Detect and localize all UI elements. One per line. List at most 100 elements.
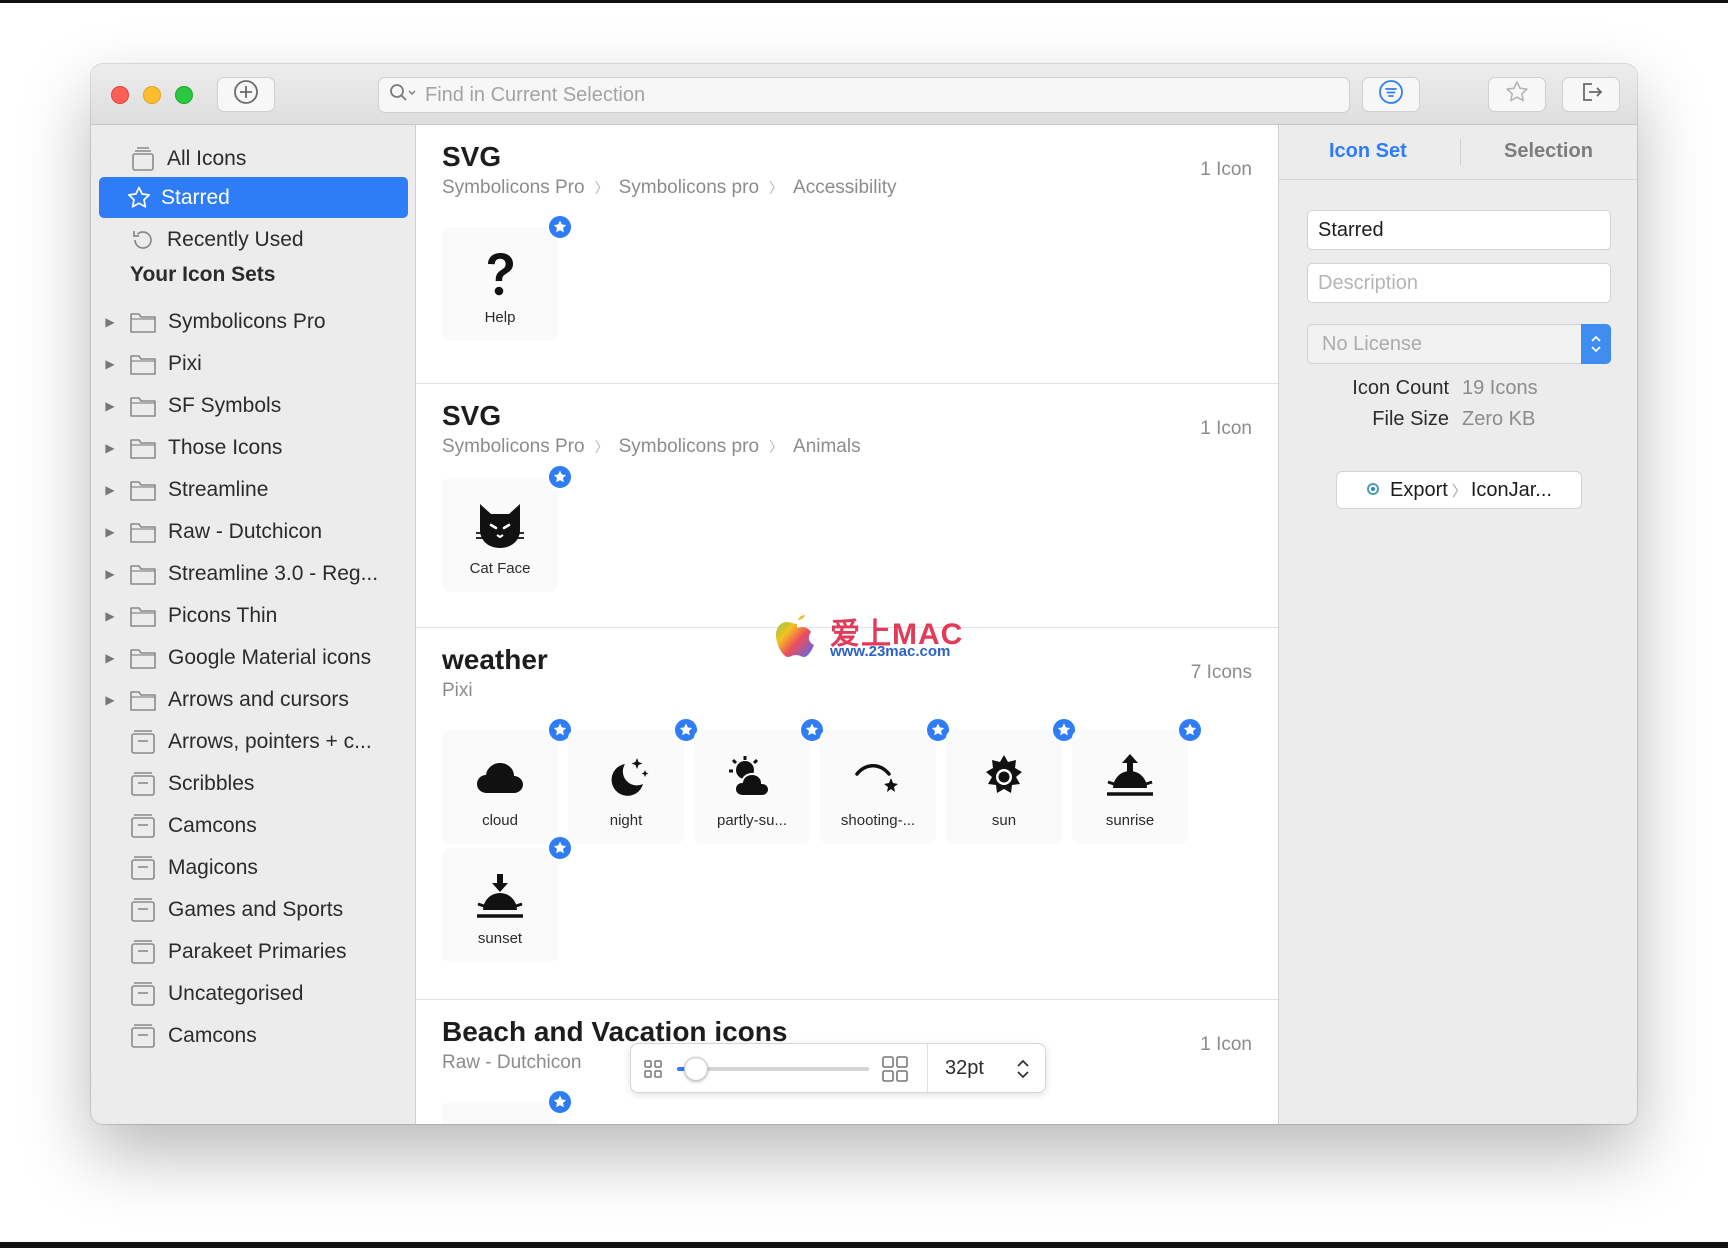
zoom-window-button[interactable]: [175, 86, 193, 104]
sidebar-item-those-icons[interactable]: ▶ Those Icons: [99, 427, 408, 468]
cat-face-icon: [473, 500, 527, 550]
sidebar-item-label: All Icons: [167, 146, 247, 170]
disclosure-triangle-icon[interactable]: ▶: [99, 441, 121, 455]
icon-tile-label: cloud: [482, 812, 518, 829]
select-arrows-icon[interactable]: [1581, 324, 1611, 364]
icon-size-value[interactable]: 32pt: [945, 1057, 984, 1080]
breadcrumb-item[interactable]: Animals: [793, 436, 861, 458]
icon-tile-night[interactable]: night: [568, 730, 684, 844]
top-border: [0, 0, 1728, 3]
disclosure-triangle-icon[interactable]: ▶: [99, 567, 121, 581]
tab-selection[interactable]: Selection: [1504, 140, 1593, 163]
disclosure-triangle-icon[interactable]: ▶: [99, 651, 121, 665]
search-field[interactable]: [378, 77, 1350, 113]
license-select[interactable]: No License: [1307, 324, 1611, 364]
sidebar-item-all-icons[interactable]: All Icons: [99, 138, 408, 179]
tab-icon-set[interactable]: Icon Set: [1329, 140, 1407, 163]
icon-tile-cloud[interactable]: cloud: [442, 730, 558, 844]
small-grid-icon[interactable]: [643, 1059, 663, 1084]
group-icon-count: 1 Icon: [1200, 159, 1252, 180]
sidebar-item-label: Arrows, pointers + c...: [168, 729, 372, 753]
sidebar-item-sf-symbols[interactable]: ▶ SF Symbols: [99, 385, 408, 426]
disclosure-triangle-icon[interactable]: ▶: [99, 315, 121, 329]
starred-badge-icon[interactable]: [547, 1089, 573, 1115]
disclosure-triangle-icon[interactable]: ▶: [99, 399, 121, 413]
starred-badge-icon[interactable]: [1177, 717, 1203, 743]
starred-badge-icon[interactable]: [547, 214, 573, 240]
large-grid-icon[interactable]: [881, 1055, 909, 1088]
disclosure-triangle-icon[interactable]: ▶: [99, 357, 121, 371]
sidebar-item-camcons[interactable]: Camcons: [99, 805, 408, 846]
icon-tile-partly-su[interactable]: partly-su...: [694, 730, 810, 844]
sidebar-item-label: Google Material icons: [168, 645, 372, 669]
breadcrumb-item[interactable]: Accessibility: [793, 177, 896, 199]
icon-set-name-field[interactable]: [1307, 210, 1611, 250]
breadcrumb-item[interactable]: Symbolicons Pro: [442, 436, 585, 458]
stepper-arrows-icon[interactable]: [1015, 1056, 1031, 1087]
sidebar-item-parakeet-primaries[interactable]: Parakeet Primaries: [99, 931, 408, 972]
icon-tile-label: night: [609, 812, 643, 829]
icon-tile-help[interactable]: Help: [442, 227, 558, 341]
disclosure-triangle-icon[interactable]: ▶: [99, 525, 121, 539]
star-button[interactable]: [1488, 77, 1546, 112]
chevron-right-icon: 〉: [769, 439, 784, 455]
tab-separator: [1460, 139, 1461, 165]
slider-thumb[interactable]: [684, 1057, 709, 1081]
sidebar-item-label: Camcons: [168, 813, 257, 837]
sidebar-item-picons-thin[interactable]: ▶ Picons Thin: [99, 595, 408, 636]
chevron-right-icon: 〉: [769, 180, 784, 196]
icon-tile-beach[interactable]: [442, 1102, 558, 1124]
export-button[interactable]: Export 〉 IconJar...: [1336, 471, 1582, 509]
breadcrumb-item[interactable]: Raw - Dutchicon: [442, 1052, 581, 1074]
sidebar-item-streamline-3-0-reg[interactable]: ▶ Streamline 3.0 - Reg...: [99, 553, 408, 594]
sidebar-item-streamline[interactable]: ▶ Streamline: [99, 469, 408, 510]
starred-badge-icon[interactable]: [547, 464, 573, 490]
breadcrumb-item[interactable]: Symbolicons pro: [619, 177, 759, 199]
sidebar-item-camcons[interactable]: Camcons: [99, 1015, 408, 1056]
sidebar-item-uncategorised[interactable]: Uncategorised: [99, 973, 408, 1014]
icon-tile-label: partly-su...: [716, 812, 788, 829]
add-button[interactable]: [217, 77, 275, 112]
sidebar-item-games-and-sports[interactable]: Games and Sports: [99, 889, 408, 930]
disclosure-triangle-icon[interactable]: ▶: [99, 483, 121, 497]
disclosure-triangle-icon[interactable]: ▶: [99, 609, 121, 623]
inspector-tabs: Icon Set Selection: [1279, 125, 1637, 180]
sidebar-item-pixi[interactable]: ▶ Pixi: [99, 343, 408, 384]
icon-tile-sun[interactable]: sun: [946, 730, 1062, 844]
app-window: All Icons Starred Recently Used Your Ico…: [91, 64, 1637, 1124]
minimize-window-button[interactable]: [143, 86, 161, 104]
icon-tile-shooting[interactable]: shooting-...: [820, 730, 936, 844]
watermark: 爱上MAC www.23mac.com: [774, 607, 974, 667]
filter-button[interactable]: [1362, 77, 1420, 112]
icon-set-box-icon: [129, 771, 159, 796]
sidebar-item-label: Streamline: [168, 477, 269, 501]
sidebar-item-label: Uncategorised: [168, 981, 304, 1005]
starred-badge-icon[interactable]: [547, 835, 573, 861]
sidebar-item-google-material-icons[interactable]: ▶ Google Material icons: [99, 637, 408, 678]
icon-tile-sunset[interactable]: sunset: [442, 848, 558, 962]
sidebar-item-arrows-and-cursors[interactable]: ▶ Arrows and cursors: [99, 679, 408, 720]
breadcrumb-item[interactable]: Symbolicons pro: [619, 436, 759, 458]
export-toolbar-button[interactable]: [1562, 77, 1620, 112]
sidebar-item-raw-dutchicon[interactable]: ▶ Raw - Dutchicon: [99, 511, 408, 552]
sidebar-item-starred[interactable]: Starred: [99, 177, 408, 218]
sidebar-item-label: Symbolicons Pro: [168, 309, 326, 333]
sidebar-item-arrows-pointers-c[interactable]: Arrows, pointers + c...: [99, 721, 408, 762]
description-field[interactable]: [1307, 263, 1611, 303]
icon-tile-cat-face[interactable]: Cat Face: [442, 478, 558, 592]
search-input[interactable]: [425, 83, 1325, 107]
sidebar-item-magicons[interactable]: Magicons: [99, 847, 408, 888]
export-target: IconJar...: [1470, 478, 1552, 501]
close-window-button[interactable]: [111, 86, 129, 104]
icon-tile-sunrise[interactable]: sunrise: [1072, 730, 1188, 844]
sidebar-item-symbolicons-pro[interactable]: ▶ Symbolicons Pro: [99, 301, 408, 342]
breadcrumb-item[interactable]: Symbolicons Pro: [442, 177, 585, 199]
sidebar-item-scribbles[interactable]: Scribbles: [99, 763, 408, 804]
breadcrumb-item[interactable]: Pixi: [442, 680, 473, 702]
sidebar-item-label: Starred: [161, 185, 230, 209]
sidebar-item-recently-used[interactable]: Recently Used: [99, 219, 408, 260]
icon-size-slider[interactable]: [677, 1057, 869, 1081]
disclosure-triangle-icon[interactable]: ▶: [99, 693, 121, 707]
icon-tile-label: sun: [991, 812, 1017, 829]
folder-icon: [129, 688, 159, 712]
